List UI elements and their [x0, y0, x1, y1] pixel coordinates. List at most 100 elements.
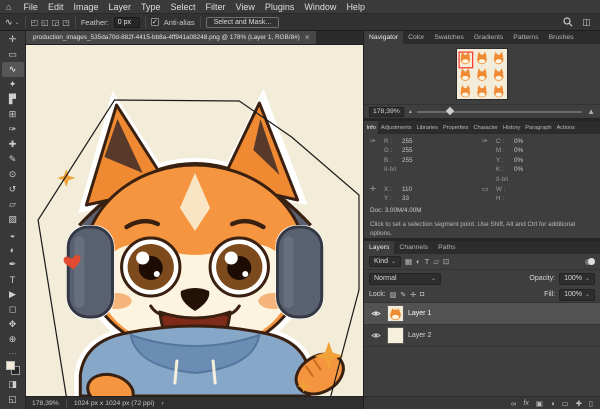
new-layer-icon[interactable]: ✚	[576, 399, 582, 408]
path-selection-tool[interactable]: ▶	[2, 287, 24, 302]
frame-tool[interactable]: ⊞	[2, 107, 24, 122]
color-swatches[interactable]	[6, 361, 20, 375]
menu-view[interactable]: View	[231, 2, 260, 12]
shape-tool[interactable]: ◻	[2, 302, 24, 317]
new-selection-icon[interactable]: ◰	[31, 18, 39, 27]
tab-layers[interactable]: Layers	[364, 241, 394, 254]
fill-field[interactable]: 100% ⌄	[559, 289, 595, 301]
layer-name[interactable]: Layer 1	[408, 310, 431, 317]
crop-tool[interactable]: ▛	[2, 92, 24, 107]
visibility-eye-icon[interactable]	[369, 332, 383, 339]
navigator-zoom-field[interactable]: 178,39%	[369, 107, 404, 117]
history-brush-tool[interactable]: ↺	[2, 182, 24, 197]
tab-info[interactable]: Info	[364, 121, 378, 134]
menu-plugins[interactable]: Plugins	[260, 2, 300, 12]
tab-color[interactable]: Color	[403, 31, 429, 44]
menu-select[interactable]: Select	[166, 2, 201, 12]
tab-history[interactable]: History	[500, 121, 522, 134]
tool-preset-picker[interactable]: ∿ ⌄	[5, 17, 20, 28]
adjustment-layer-icon[interactable]: ◑	[550, 399, 555, 408]
zoom-out-small-icon[interactable]: ▴	[409, 108, 412, 115]
intersect-selection-icon[interactable]: ◳	[62, 18, 70, 27]
layer-row-1[interactable]: Layer 1	[364, 303, 600, 325]
type-filter-icon[interactable]: T	[425, 257, 430, 266]
edit-toolbar-button[interactable]: ···	[2, 347, 24, 359]
select-and-mask-button[interactable]: Select and Mask...	[206, 17, 280, 28]
tab-channels[interactable]: Channels	[394, 241, 433, 254]
tab-adjustments[interactable]: Adjustments	[378, 121, 414, 134]
chevron-right-icon[interactable]: ›	[161, 400, 163, 407]
blur-tool[interactable]: ◒	[2, 227, 24, 242]
layer-filter-dropdown[interactable]: Kind ⌄	[369, 256, 401, 267]
home-icon[interactable]: ⌂	[6, 2, 11, 12]
visibility-eye-icon[interactable]	[369, 310, 383, 317]
zoom-in-large-icon[interactable]: ▲	[587, 107, 595, 116]
menu-image[interactable]: Image	[68, 2, 103, 12]
layer-2-thumbnail[interactable]	[387, 327, 404, 344]
menu-help[interactable]: Help	[341, 2, 370, 12]
tab-properties[interactable]: Properties	[440, 121, 470, 134]
menu-type[interactable]: Type	[136, 2, 166, 12]
screen-mode-button[interactable]: ◱	[2, 392, 24, 407]
document-tab[interactable]: production_images_535da70d-882f-4415-bb8…	[26, 31, 316, 44]
tab-libraries[interactable]: Libraries	[414, 121, 440, 134]
lock-all-icon[interactable]: ◘	[420, 291, 424, 299]
opacity-field[interactable]: 100% ⌄	[559, 273, 595, 285]
layer-name[interactable]: Layer 2	[408, 332, 431, 339]
subtract-selection-icon[interactable]: ◲	[52, 18, 60, 27]
layer-1-thumbnail[interactable]	[387, 305, 404, 322]
canvas[interactable]	[26, 45, 363, 396]
eyedropper-tool[interactable]: ✑	[2, 122, 24, 137]
brush-tool[interactable]: ✎	[2, 152, 24, 167]
zoom-tool[interactable]: ⊕	[2, 332, 24, 347]
new-group-icon[interactable]: ▭	[561, 399, 568, 408]
hand-tool[interactable]: ✥	[2, 317, 24, 332]
marquee-tool[interactable]: ▭	[2, 47, 24, 62]
object-selection-tool[interactable]: ✦	[2, 77, 24, 92]
menu-filter[interactable]: Filter	[201, 2, 231, 12]
dodge-tool[interactable]: ◐	[2, 242, 24, 257]
link-layers-icon[interactable]: ∞	[511, 399, 516, 408]
lock-pixels-icon[interactable]: ✎	[400, 291, 406, 299]
navigator-zoom-slider[interactable]	[417, 111, 582, 113]
adjustment-filter-icon[interactable]: ◐	[416, 257, 421, 266]
pen-tool[interactable]: ✒	[2, 257, 24, 272]
layer-row-2[interactable]: Layer 2	[364, 325, 600, 347]
close-icon[interactable]: ×	[305, 33, 310, 42]
lock-transparency-icon[interactable]: ▨	[390, 291, 397, 299]
tab-gradients[interactable]: Gradients	[469, 31, 508, 44]
tab-paths[interactable]: Paths	[433, 241, 460, 254]
gradient-tool[interactable]: ▧	[2, 212, 24, 227]
move-tool[interactable]: ✛	[2, 32, 24, 47]
menu-window[interactable]: Window	[299, 2, 341, 12]
blend-mode-select[interactable]: Normal ⌄	[369, 273, 441, 285]
menu-layer[interactable]: Layer	[103, 2, 136, 12]
menu-edit[interactable]: Edit	[43, 2, 69, 12]
add-selection-icon[interactable]: ◱	[41, 18, 49, 27]
delete-layer-icon[interactable]: ▯	[589, 399, 593, 408]
smart-object-filter-icon[interactable]: ⊡	[443, 257, 449, 266]
menu-file[interactable]: File	[18, 2, 43, 12]
healing-tool[interactable]: ✚	[2, 137, 24, 152]
workspace-icon[interactable]: ◫	[581, 17, 592, 28]
antialias-checkbox[interactable]: ✓	[151, 18, 159, 26]
eraser-tool[interactable]: ▱	[2, 197, 24, 212]
clone-stamp-tool[interactable]: ⊙	[2, 167, 24, 182]
tab-brushes[interactable]: Brushes	[544, 31, 579, 44]
lock-position-icon[interactable]: ✛	[410, 291, 416, 299]
layer-mask-icon[interactable]: ▣	[536, 399, 543, 408]
pixel-filter-icon[interactable]: ▦	[405, 257, 412, 266]
navigator-thumbnail[interactable]	[456, 48, 508, 100]
tab-paragraph[interactable]: Paragraph	[523, 121, 554, 134]
layer-effects-icon[interactable]: fx	[523, 400, 528, 407]
quick-mask-button[interactable]: ◨	[2, 377, 24, 392]
tab-swatches[interactable]: Swatches	[429, 31, 468, 44]
shape-filter-icon[interactable]: ▱	[433, 257, 439, 266]
tab-character[interactable]: Character	[471, 121, 501, 134]
tab-navigator[interactable]: Navigator	[364, 31, 403, 44]
lasso-tool[interactable]: ∿	[2, 62, 24, 77]
foreground-color-swatch[interactable]	[6, 361, 15, 370]
tab-patterns[interactable]: Patterns	[508, 31, 543, 44]
type-tool[interactable]: T	[2, 272, 24, 287]
layer-filter-toggle[interactable]	[585, 259, 595, 265]
